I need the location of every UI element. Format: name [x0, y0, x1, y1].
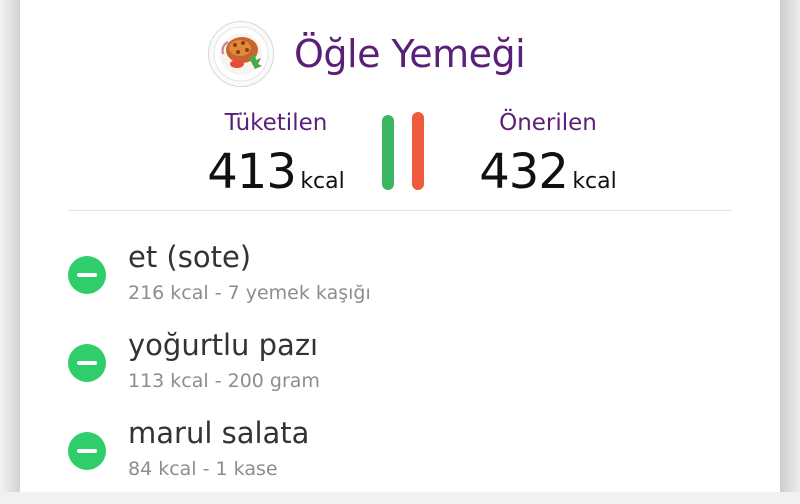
calorie-comparison-bars — [382, 112, 424, 190]
food-detail: 216 kcal - 7 yemek kaşığı — [128, 282, 371, 304]
minus-icon — [77, 273, 97, 277]
consumed-value: 413 — [207, 144, 297, 200]
food-name: et (sote) — [128, 240, 252, 274]
consumed-value-row: 413 kcal — [196, 144, 356, 200]
meal-title: Öğle Yemeği — [294, 32, 526, 76]
recommended-stat: Önerilen 432 kcal — [468, 110, 628, 200]
recommended-value: 432 — [479, 144, 569, 200]
consumed-unit: kcal — [300, 169, 345, 194]
food-detail: 113 kcal - 200 gram — [128, 370, 320, 392]
device-frame-right — [780, 0, 800, 492]
remove-food-button[interactable] — [68, 432, 106, 470]
food-list: et (sote) 216 kcal - 7 yemek kaşığı yoğu… — [68, 240, 732, 504]
recommended-bar — [412, 112, 424, 190]
remove-food-button[interactable] — [68, 344, 106, 382]
divider — [68, 210, 732, 211]
minus-icon — [77, 449, 97, 453]
food-item: yoğurtlu pazı 113 kcal - 200 gram — [68, 328, 732, 416]
food-item: marul salata 84 kcal - 1 kase — [68, 416, 732, 504]
meal-plate-icon — [208, 21, 274, 87]
recommended-unit: kcal — [572, 169, 617, 194]
recommended-label: Önerilen — [499, 110, 597, 136]
recommended-value-row: 432 kcal — [468, 144, 628, 200]
food-name: marul salata — [128, 416, 310, 450]
food-item: et (sote) 216 kcal - 7 yemek kaşığı — [68, 240, 732, 328]
device-frame-left — [0, 0, 20, 492]
food-name: yoğurtlu pazı — [128, 328, 319, 362]
remove-food-button[interactable] — [68, 256, 106, 294]
meal-card: Öğle Yemeği Tüketilen 413 kcal Önerilen … — [20, 0, 780, 492]
minus-icon — [77, 361, 97, 365]
food-detail: 84 kcal - 1 kase — [128, 458, 278, 480]
consumed-stat: Tüketilen 413 kcal — [196, 110, 356, 200]
consumed-label: Tüketilen — [224, 110, 328, 136]
consumed-bar — [382, 115, 394, 190]
meal-header: Öğle Yemeği — [208, 21, 526, 87]
